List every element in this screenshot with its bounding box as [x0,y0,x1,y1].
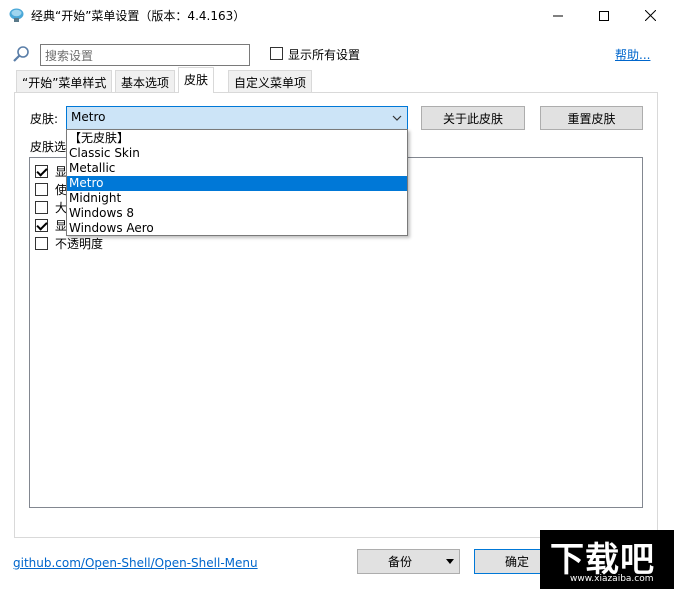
tab-basic-settings[interactable]: 基本选项 [115,70,176,92]
skin-select-value: Metro [71,110,106,124]
maximize-button[interactable] [581,0,627,31]
about-skin-button[interactable]: 关于此皮肤 [421,106,525,130]
skin-option-row[interactable]: 显 [35,162,67,180]
backup-button-label: 备份 [388,555,413,569]
tab-customize-menu[interactable]: 自定义菜单项 [228,70,313,92]
close-icon [644,10,656,21]
dropdown-option-metro[interactable]: Metro [67,176,407,191]
skin-option-row[interactable]: 不透明度 [35,234,103,252]
dropdown-option-windows-aero[interactable]: Windows Aero [67,221,407,236]
tab-skin[interactable]: 皮肤 [178,67,215,93]
chevron-down-icon [392,115,402,121]
show-all-settings-label[interactable]: 显示所有设置 [288,46,360,63]
option-checkbox[interactable] [35,182,48,196]
option-checkbox[interactable] [35,164,48,178]
github-link[interactable]: github.com/Open-Shell/Open-Shell-Menu [13,556,258,570]
dropdown-option-midnight[interactable]: Midnight [67,191,407,206]
backup-button[interactable]: 备份 [357,549,460,574]
dropdown-option-metallic[interactable]: Metallic [67,161,407,176]
close-button[interactable] [627,0,673,31]
window-title: 经典“开始”菜单设置（版本：4.4.163） [31,9,246,23]
dropdown-option-windows-8[interactable]: Windows 8 [67,206,407,221]
watermark-url: www.xiazaiba.com [570,574,654,584]
search-input[interactable]: 搜索设置 [40,44,250,66]
dropdown-option-classic-skin[interactable]: Classic Skin [67,146,407,161]
title-bar: 经典“开始”菜单设置（版本：4.4.163） [0,0,674,31]
dropdown-option-no-skin[interactable]: 【无皮肤】 [67,131,407,146]
skin-option-row[interactable]: 大 [35,198,67,216]
skin-option-row[interactable]: 显 [35,216,67,234]
help-link[interactable]: 帮助... [615,46,650,63]
maximize-icon [599,10,609,21]
shell-icon [9,8,24,22]
option-label: 不透明度 [55,236,104,251]
skin-select[interactable]: Metro [66,106,408,130]
skin-option-row[interactable]: 使 [35,180,67,198]
option-checkbox[interactable] [35,200,48,214]
watermark-logo: 下载吧 www.xiazaiba.com [540,530,674,589]
option-checkbox[interactable] [35,236,48,250]
skin-dropdown-list: 【无皮肤】 Classic Skin Metallic Metro Midnig… [66,129,408,236]
reset-skin-button[interactable]: 重置皮肤 [540,106,643,130]
skin-label: 皮肤: [30,112,59,126]
skin-options-label: 皮肤选 [30,140,67,154]
option-checkbox[interactable] [35,218,48,232]
show-all-settings-checkbox[interactable] [270,47,283,60]
dropdown-arrow-icon [446,559,454,564]
minimize-button[interactable] [535,0,581,31]
tab-start-menu-style[interactable]: “开始”菜单样式 [16,70,113,92]
minimize-icon [553,15,563,16]
search-icon [13,46,29,62]
